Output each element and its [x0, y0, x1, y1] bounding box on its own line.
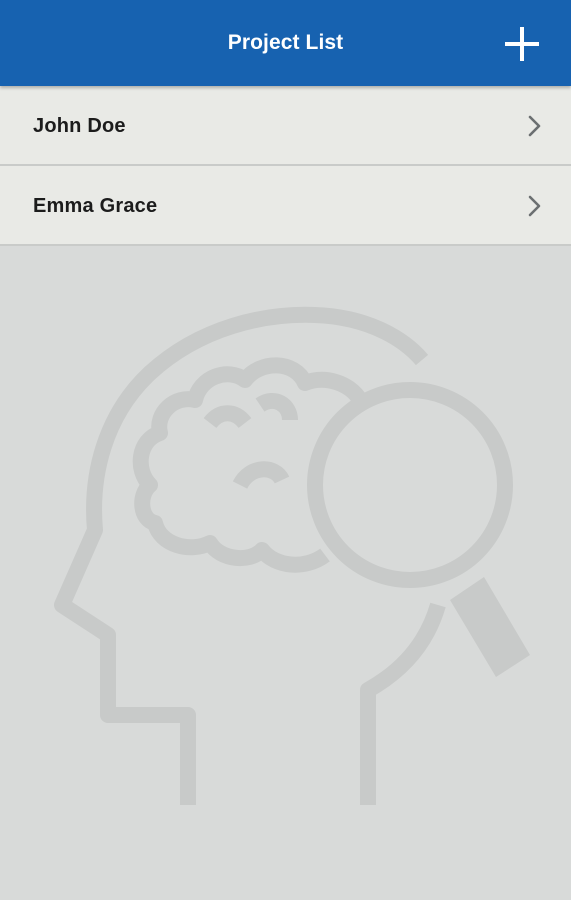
project-item-emma-grace[interactable]: Emma Grace	[0, 166, 571, 246]
project-list: John Doe Emma Grace	[0, 86, 571, 246]
app-bar: Project List	[0, 0, 571, 86]
project-item-john-doe[interactable]: John Doe	[0, 86, 571, 166]
project-item-label: Emma Grace	[33, 195, 158, 217]
add-project-button[interactable]	[505, 27, 539, 61]
page-title: Project List	[227, 31, 344, 54]
empty-state-illustration	[50, 305, 540, 810]
chevron-right-icon	[528, 115, 542, 137]
project-item-label: John Doe	[33, 115, 126, 137]
plus-icon	[505, 27, 539, 61]
head-brain-magnifier-icon	[54, 306, 530, 805]
chevron-right-icon	[528, 195, 542, 217]
